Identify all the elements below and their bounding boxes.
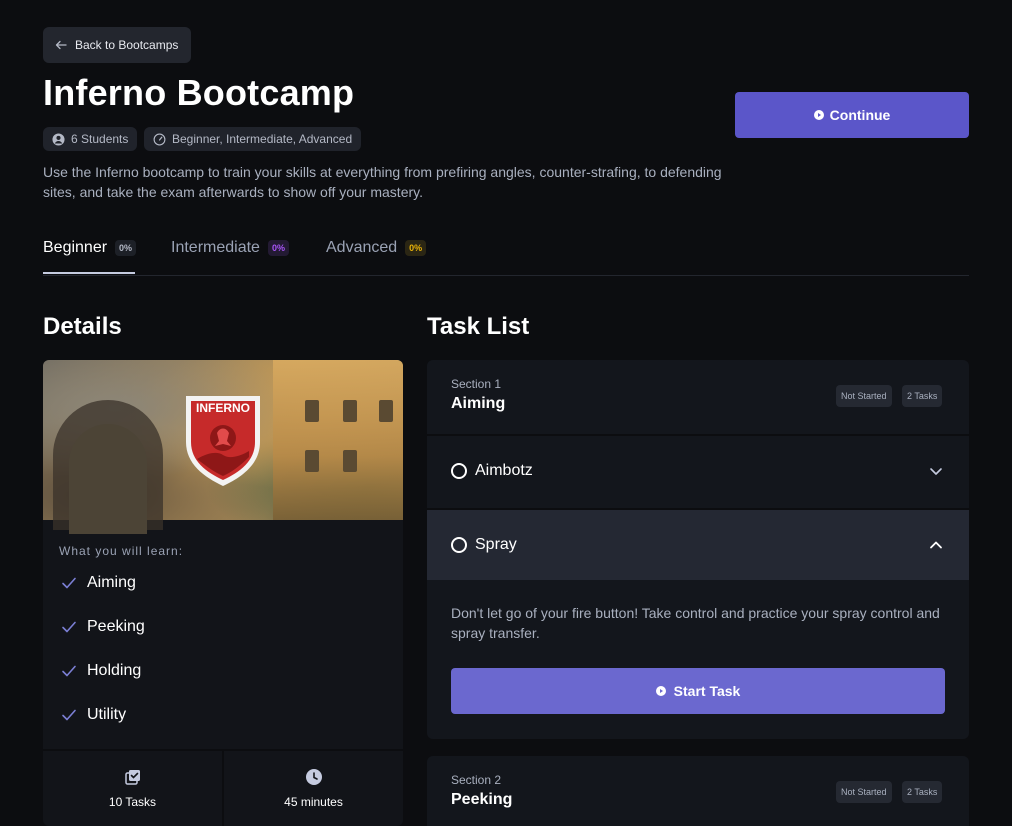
tab-beginner[interactable]: Beginner 0%	[43, 236, 137, 260]
learn-item: Aiming	[61, 573, 136, 593]
hero-building	[273, 360, 403, 520]
tab-progress: 0%	[405, 240, 427, 256]
tasks-checklist-icon	[124, 769, 140, 785]
status-badge: Not Started	[836, 385, 892, 407]
tasks-stat: 10 Tasks	[43, 751, 222, 826]
section-name: Aiming	[451, 395, 506, 412]
section-header: Section 1 Aiming Not Started 2 Tasks	[427, 360, 969, 432]
learn-item: Holding	[61, 661, 141, 681]
back-button-label: Back to Bootcamps	[75, 38, 179, 52]
inferno-logo-icon: INFERNO	[186, 396, 260, 486]
task-description: Don't let go of your fire button! Take c…	[451, 605, 940, 641]
levels-badge: Beginner, Intermediate, Advanced	[144, 127, 362, 151]
page-title: Inferno Bootcamp	[43, 72, 355, 113]
tasks-count: 10 Tasks	[108, 794, 157, 809]
check-icon	[62, 709, 76, 721]
tab-label: Intermediate	[171, 239, 260, 256]
learn-item: Utility	[61, 705, 126, 725]
details-card: INFERNO What you will learn: Aiming Peek…	[43, 360, 403, 826]
arrow-left-icon	[55, 40, 67, 50]
section-card-1: Section 1 Aiming Not Started 2 Tasks Aim…	[427, 360, 969, 739]
clock-icon	[305, 768, 322, 785]
section-card-2: Section 2 Peeking Not Started 2 Tasks	[427, 756, 969, 826]
section-header: Section 2 Peeking Not Started 2 Tasks	[427, 756, 969, 826]
hero-arch-inner	[69, 424, 147, 534]
check-icon	[62, 577, 76, 589]
bootcamp-description: Use the Inferno bootcamp to train your s…	[43, 164, 722, 200]
section-name: Peeking	[451, 791, 513, 808]
students-count: 6 Students	[71, 132, 129, 146]
learn-item-label: Aiming	[87, 574, 136, 591]
task-list-heading: Task List	[427, 313, 530, 340]
task-name: Spray	[475, 536, 517, 553]
tab-progress: 0%	[115, 240, 137, 256]
levels-text: Beginner, Intermediate, Advanced	[172, 132, 353, 146]
gauge-icon	[153, 133, 166, 145]
task-name: Aimbotz	[475, 462, 533, 479]
task-status-circle-icon	[451, 463, 467, 479]
hero-window	[343, 450, 357, 472]
learn-item-label: Utility	[87, 706, 127, 723]
task-count-badge: 2 Tasks	[902, 385, 943, 407]
students-badge: 6 Students	[43, 127, 138, 151]
learn-item-label: Peeking	[87, 618, 145, 635]
learn-label: What you will learn:	[59, 544, 184, 558]
tabs-divider	[43, 275, 969, 276]
task-status-circle-icon	[451, 537, 467, 553]
continue-button[interactable]: Continue	[735, 92, 969, 138]
hero-window	[379, 400, 393, 422]
section-label: Section 1	[451, 377, 502, 391]
play-circle-icon	[655, 686, 666, 696]
chevron-up-icon	[930, 541, 942, 549]
active-tab-indicator	[43, 272, 135, 274]
check-icon	[62, 621, 76, 633]
details-heading: Details	[43, 313, 122, 340]
duration-value: 45 minutes	[284, 794, 343, 809]
hero-window	[343, 400, 357, 422]
section-label: Section 2	[451, 773, 502, 787]
logo-text: INFERNO	[196, 401, 250, 415]
duration-stat: 45 minutes	[222, 751, 403, 826]
tab-label: Advanced	[326, 239, 398, 256]
task-row-aimbotz[interactable]: Aimbotz	[427, 434, 969, 506]
user-icon	[52, 132, 65, 146]
task-count-badge: 2 Tasks	[902, 781, 943, 803]
stats-row: 10 Tasks 45 minutes	[43, 749, 403, 826]
start-task-label: Start Task	[673, 683, 741, 699]
check-icon	[62, 665, 76, 677]
continue-label: Continue	[829, 107, 891, 123]
hero-window	[305, 400, 319, 422]
back-to-bootcamps-button[interactable]: Back to Bootcamps	[43, 27, 191, 63]
chevron-down-icon	[930, 468, 942, 475]
hero-window	[305, 450, 319, 472]
learn-item: Peeking	[61, 617, 145, 637]
tab-label: Beginner	[43, 239, 108, 256]
tab-intermediate[interactable]: Intermediate 0%	[171, 236, 289, 260]
start-task-button[interactable]: Start Task	[451, 668, 945, 714]
status-badge: Not Started	[836, 781, 892, 803]
tab-advanced[interactable]: Advanced 0%	[326, 236, 427, 260]
tab-progress: 0%	[267, 240, 289, 256]
bootcamp-hero-image: INFERNO	[43, 360, 403, 534]
learn-item-label: Holding	[87, 662, 142, 679]
play-circle-icon	[813, 110, 824, 120]
task-row-spray[interactable]: Spray	[427, 508, 969, 580]
